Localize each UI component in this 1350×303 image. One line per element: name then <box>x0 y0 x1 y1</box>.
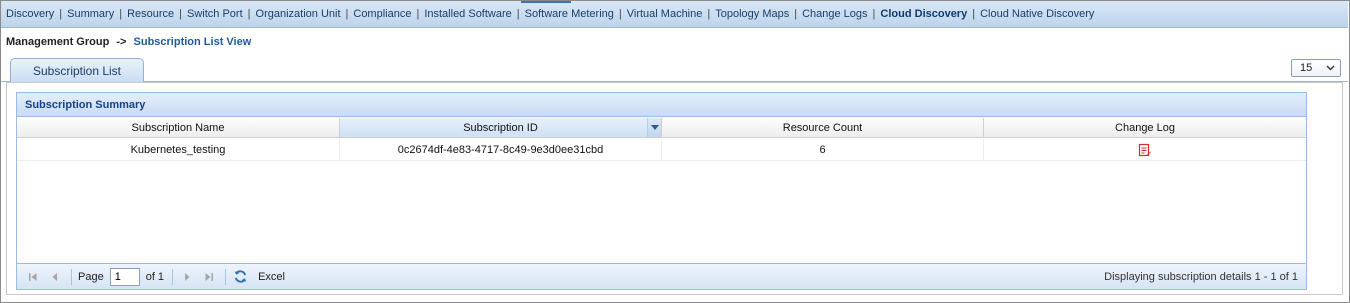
chevron-down-icon <box>1326 63 1335 73</box>
change-log-icon[interactable] <box>1138 143 1152 157</box>
nav-separator: | <box>794 8 798 20</box>
refresh-icon[interactable] <box>232 269 248 285</box>
paging-status-text: Displaying subscription details 1 - 1 of… <box>1104 270 1298 283</box>
breadcrumb-root[interactable]: Management Group <box>6 36 109 48</box>
grid-header: Subscription Name Subscription ID Resour… <box>17 118 1306 138</box>
column-header-subscription-id[interactable]: Subscription ID <box>340 118 662 137</box>
last-page-icon[interactable] <box>201 269 217 285</box>
toolbar-divider <box>71 268 72 285</box>
top-nav: Discovery | Summary | Resource | Switch … <box>1 1 1348 28</box>
column-header-label: Subscription Name <box>131 121 225 134</box>
cell-change-log <box>984 139 1306 160</box>
nav-change-logs[interactable]: Change Logs <box>802 8 867 20</box>
subscription-summary-panel: Subscription Summary Subscription Name S… <box>16 92 1307 290</box>
nav-software-metering[interactable]: Software Metering <box>525 8 614 20</box>
column-header-change-log[interactable]: Change Log <box>984 118 1306 137</box>
column-header-subscription-name[interactable]: Subscription Name <box>17 118 340 137</box>
paging-toolbar: Page of 1 Excel Displaying subscription … <box>17 263 1306 289</box>
tab-subscription-list[interactable]: Subscription List <box>10 58 144 83</box>
nav-accent-line <box>521 1 571 3</box>
nav-installed-software[interactable]: Installed Software <box>424 8 511 20</box>
nav-separator: | <box>247 8 251 20</box>
nav-discovery[interactable]: Discovery <box>6 8 54 20</box>
first-page-icon[interactable] <box>25 269 41 285</box>
nav-switch-port[interactable]: Switch Port <box>187 8 243 20</box>
tab-strip: Subscription List <box>1 56 1348 83</box>
excel-export-button[interactable]: Excel <box>258 271 285 283</box>
breadcrumb: Management Group -> Subscription List Vi… <box>6 36 251 48</box>
page-size-select[interactable]: 15 <box>1291 59 1341 77</box>
nav-separator: | <box>345 8 349 20</box>
column-header-resource-count[interactable]: Resource Count <box>662 118 984 137</box>
nav-separator: | <box>59 8 63 20</box>
nav-cloud-native-discovery[interactable]: Cloud Native Discovery <box>980 8 1094 20</box>
nav-summary[interactable]: Summary <box>67 8 114 20</box>
nav-separator: | <box>179 8 183 20</box>
cell-resource-count: 6 <box>662 139 984 160</box>
column-header-label: Change Log <box>1115 121 1175 134</box>
column-menu-icon[interactable] <box>647 118 661 137</box>
page-number-input[interactable] <box>109 267 140 286</box>
panel-title: Subscription Summary <box>17 93 1306 117</box>
table-row[interactable]: Kubernetes_testing 0c2674df-4e83-4717-8c… <box>17 139 1306 161</box>
nav-separator: | <box>516 8 520 20</box>
page-label: Page <box>78 270 104 283</box>
column-header-label: Resource Count <box>782 121 863 134</box>
page-count-label: of 1 <box>145 270 165 283</box>
nav-virtual-machine[interactable]: Virtual Machine <box>627 8 703 20</box>
nav-separator: | <box>972 8 976 20</box>
breadcrumb-arrow: -> <box>116 36 127 48</box>
nav-separator: | <box>119 8 123 20</box>
nav-separator: | <box>872 8 876 20</box>
breadcrumb-current: Subscription List View <box>133 36 252 48</box>
column-header-label: Subscription ID <box>463 121 538 134</box>
nav-cloud-discovery[interactable]: Cloud Discovery <box>880 8 967 20</box>
cell-subscription-name: Kubernetes_testing <box>17 139 340 160</box>
nav-separator: | <box>707 8 711 20</box>
nav-resource[interactable]: Resource <box>127 8 174 20</box>
nav-separator: | <box>618 8 622 20</box>
cell-subscription-id: 0c2674df-4e83-4717-8c49-9e3d0ee31cbd <box>340 139 662 160</box>
next-page-icon[interactable] <box>179 269 195 285</box>
nav-topology-maps[interactable]: Topology Maps <box>715 8 789 20</box>
page-size-value: 15 <box>1300 62 1313 74</box>
toolbar-divider <box>172 268 174 285</box>
nav-organization-unit[interactable]: Organization Unit <box>256 8 341 20</box>
nav-compliance[interactable]: Compliance <box>353 8 411 20</box>
toolbar-divider <box>225 268 227 285</box>
previous-page-icon[interactable] <box>47 269 63 285</box>
nav-separator: | <box>416 8 420 20</box>
